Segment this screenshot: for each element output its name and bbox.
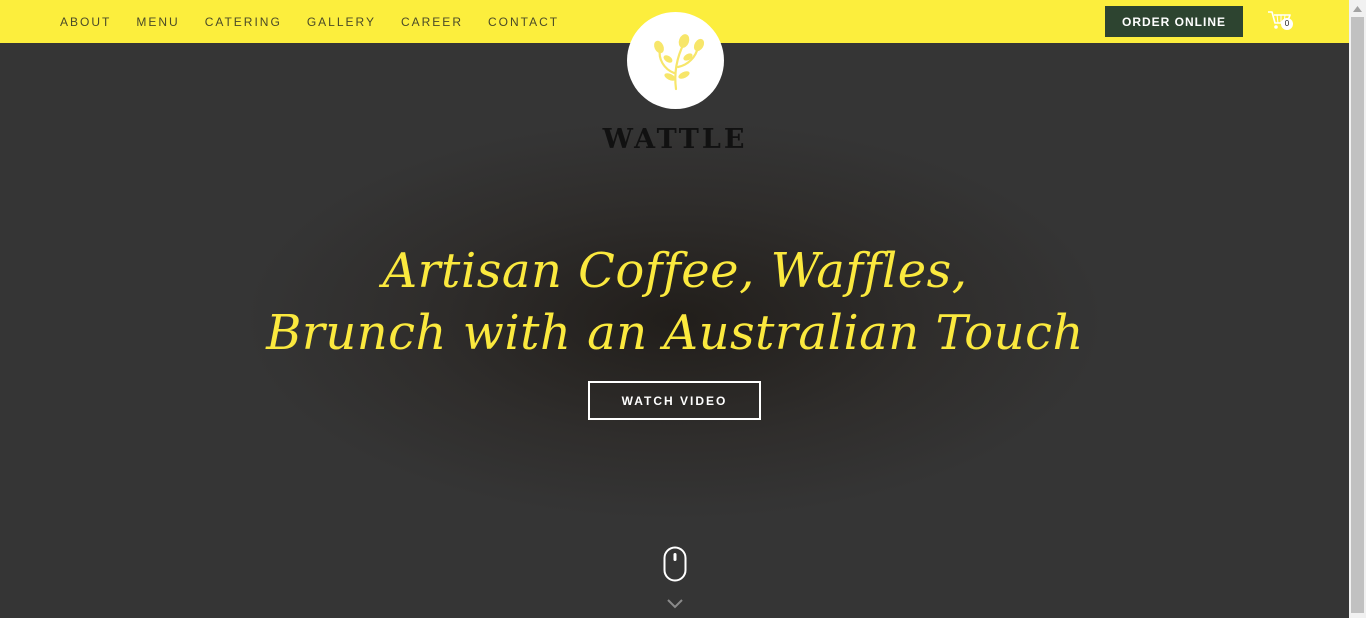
headline-line-1: Artisan Coffee, Waffles, bbox=[382, 243, 968, 299]
cart-count-badge: 0 bbox=[1281, 18, 1293, 30]
nav-link-menu[interactable]: MENU bbox=[136, 15, 179, 29]
logo[interactable] bbox=[627, 12, 724, 109]
nav-link-gallery[interactable]: GALLERY bbox=[307, 15, 376, 29]
nav-link-contact[interactable]: CONTACT bbox=[488, 15, 559, 29]
wattle-flower-icon bbox=[653, 33, 704, 90]
nav-links: ABOUT MENU CATERING GALLERY CAREER CONTA… bbox=[60, 0, 584, 43]
nav-link-career[interactable]: CAREER bbox=[401, 15, 463, 29]
page-scrollbar[interactable] bbox=[1349, 0, 1366, 618]
mouse-icon bbox=[663, 546, 687, 582]
order-online-button[interactable]: ORDER ONLINE bbox=[1105, 6, 1243, 37]
chevron-down-icon[interactable] bbox=[666, 598, 684, 610]
watch-video-button[interactable]: WATCH VIDEO bbox=[588, 381, 761, 420]
hero-headline: Artisan Coffee, Waffles, Brunch with an … bbox=[250, 240, 1100, 364]
cart-button[interactable]: 0 bbox=[1267, 9, 1297, 35]
headline-line-2: Brunch with an Australian Touch bbox=[266, 305, 1084, 361]
scroll-up-icon[interactable] bbox=[1349, 0, 1366, 17]
nav-link-catering[interactable]: CATERING bbox=[205, 15, 282, 29]
scrollbar-thumb[interactable] bbox=[1351, 17, 1364, 613]
brand-name: WATTLE bbox=[602, 124, 748, 155]
nav-link-about[interactable]: ABOUT bbox=[60, 15, 111, 29]
